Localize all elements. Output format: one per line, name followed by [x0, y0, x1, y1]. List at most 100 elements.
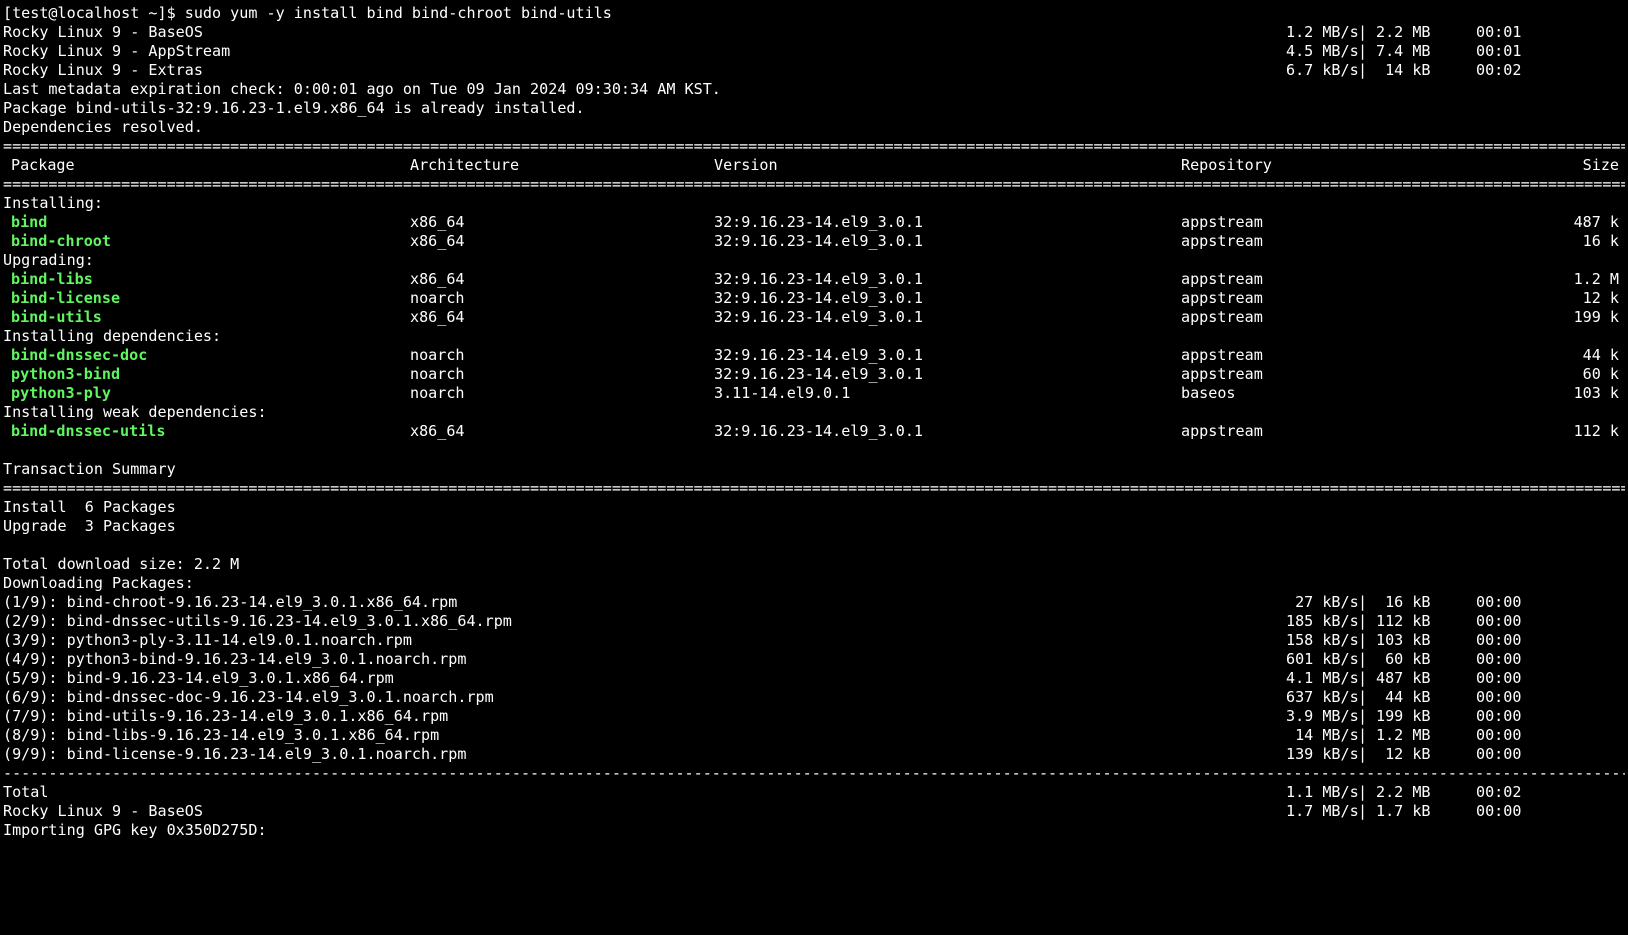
total-time: 00:02	[1476, 783, 1522, 801]
download-file: (9/9): bind-license-9.16.23-14.el9_3.0.1…	[3, 745, 467, 763]
package-name: bind	[11, 213, 48, 231]
total-size: 2.2 MB	[1376, 783, 1431, 801]
repo-name: Rocky Linux 9 - AppStream	[3, 42, 231, 60]
command-line: [test@localhost ~]$ sudo yum -y install …	[3, 4, 1625, 23]
package-repo: baseos	[1181, 384, 1236, 402]
download-size: 12 kB	[1376, 745, 1431, 763]
download-row: (2/9): bind-dnssec-utils-9.16.23-14.el9_…	[3, 612, 1625, 631]
download-file: (3/9): python3-ply-3.11-14.el9.0.1.noarc…	[3, 631, 412, 649]
repo-name: Rocky Linux 9 - BaseOS	[3, 802, 203, 820]
repo-rate: 4.5 MB/s	[1286, 42, 1359, 60]
separator: |	[1358, 726, 1368, 744]
section-title: Installing:	[3, 194, 103, 212]
download-time: 00:00	[1476, 650, 1522, 668]
package-arch: noarch	[410, 384, 465, 402]
separator: |	[1358, 745, 1368, 763]
repo-line: Rocky Linux 9 - AppStream 4.5 MB/s | 7.4…	[3, 42, 1625, 61]
download-file: (2/9): bind-dnssec-utils-9.16.23-14.el9_…	[3, 612, 512, 630]
package-version: 32:9.16.23-14.el9_3.0.1	[714, 365, 924, 383]
header-package: Package	[11, 156, 75, 174]
package-version: 3.11-14.el9.0.1	[714, 384, 851, 402]
header-repo: Repository	[1181, 156, 1272, 174]
download-time: 00:00	[1476, 593, 1522, 611]
separator: |	[1358, 23, 1368, 41]
package-name: bind-license	[11, 289, 121, 307]
download-row: (8/9): bind-libs-9.16.23-14.el9_3.0.1.x8…	[3, 726, 1625, 745]
separator: |	[1358, 631, 1368, 649]
package-repo: appstream	[1181, 232, 1263, 250]
download-rate: 27 kB/s	[1286, 593, 1359, 611]
download-rate: 637 kB/s	[1286, 688, 1359, 706]
rule-text: ========================================…	[3, 137, 1625, 155]
repo-line: Rocky Linux 9 - BaseOS 1.2 MB/s | 2.2 MB…	[3, 23, 1625, 42]
download-rate: 14 MB/s	[1286, 726, 1359, 744]
package-size: 16 k	[1582, 232, 1619, 250]
package-size: 44 k	[1582, 346, 1619, 364]
rule-text: ========================================…	[3, 479, 1625, 497]
download-file: (4/9): python3-bind-9.16.23-14.el9_3.0.1…	[3, 650, 467, 668]
package-size: 103 k	[1573, 384, 1619, 402]
separator: |	[1358, 688, 1368, 706]
download-size: 487 kB	[1376, 669, 1431, 687]
package-name: bind-libs	[11, 270, 93, 288]
repo-name: Rocky Linux 9 - BaseOS	[3, 23, 203, 41]
download-row: (1/9): bind-chroot-9.16.23-14.el9_3.0.1.…	[3, 593, 1625, 612]
double-rule: ========================================…	[3, 479, 1625, 498]
package-name: bind-chroot	[11, 232, 111, 250]
upgrade-summary: Upgrade 3 Packages	[3, 517, 176, 535]
separator: |	[1358, 783, 1368, 801]
package-size: 12 k	[1582, 289, 1619, 307]
download-time: 00:00	[1476, 669, 1522, 687]
separator: |	[1358, 612, 1368, 630]
download-row: (7/9): bind-utils-9.16.23-14.el9_3.0.1.x…	[3, 707, 1625, 726]
download-row: (4/9): python3-bind-9.16.23-14.el9_3.0.1…	[3, 650, 1625, 669]
deps-resolved-line: Dependencies resolved.	[3, 118, 203, 136]
section-title: Upgrading:	[3, 251, 94, 269]
table-row: python3-bind noarch 32:9.16.23-14.el9_3.…	[3, 365, 1625, 384]
package-arch: x86_64	[410, 308, 465, 326]
package-name: python3-ply	[11, 384, 111, 402]
package-version: 32:9.16.23-14.el9_3.0.1	[714, 289, 924, 307]
package-version: 32:9.16.23-14.el9_3.0.1	[714, 213, 924, 231]
download-time: 00:00	[1476, 745, 1522, 763]
package-version: 32:9.16.23-14.el9_3.0.1	[714, 308, 924, 326]
separator: |	[1358, 669, 1368, 687]
repo-time: 00:00	[1476, 802, 1522, 820]
rule-text: ----------------------------------------…	[3, 764, 1625, 782]
repo-size: 7.4 MB	[1376, 42, 1431, 60]
package-arch: x86_64	[410, 232, 465, 250]
repo-rate: 1.7 MB/s	[1286, 802, 1359, 820]
download-size: 112 kB	[1376, 612, 1431, 630]
download-size: 16 kB	[1376, 593, 1431, 611]
repo-time: 00:01	[1476, 23, 1522, 41]
download-size: 44 kB	[1376, 688, 1431, 706]
header-version: Version	[714, 156, 778, 174]
terminal-output[interactable]: [test@localhost ~]$ sudo yum -y install …	[0, 0, 1625, 840]
package-size: 1.2 M	[1573, 270, 1619, 288]
separator: |	[1358, 593, 1368, 611]
separator: |	[1358, 61, 1368, 79]
shell-prompt: [test@localhost ~]$ sudo yum -y install …	[3, 4, 612, 22]
download-file: (7/9): bind-utils-9.16.23-14.el9_3.0.1.x…	[3, 707, 449, 725]
separator: |	[1358, 707, 1368, 725]
table-row: python3-ply noarch 3.11-14.el9.0.1 baseo…	[3, 384, 1625, 403]
download-rate: 601 kB/s	[1286, 650, 1359, 668]
table-row: bind-libs x86_64 32:9.16.23-14.el9_3.0.1…	[3, 270, 1625, 289]
header-arch: Architecture	[410, 156, 520, 174]
package-name: bind-utils	[11, 308, 102, 326]
download-file: (8/9): bind-libs-9.16.23-14.el9_3.0.1.x8…	[3, 726, 440, 744]
download-size: 60 kB	[1376, 650, 1431, 668]
total-line: Total 1.1 MB/s | 2.2 MB 00:02	[3, 783, 1625, 802]
repo-size: 14 kB	[1376, 61, 1431, 79]
header-size: Size	[1582, 156, 1619, 174]
download-file: (6/9): bind-dnssec-doc-9.16.23-14.el9_3.…	[3, 688, 494, 706]
install-summary: Install 6 Packages	[3, 498, 176, 516]
download-time: 00:00	[1476, 688, 1522, 706]
table-row: bind-chroot x86_64 32:9.16.23-14.el9_3.0…	[3, 232, 1625, 251]
download-time: 00:00	[1476, 707, 1522, 725]
download-time: 00:00	[1476, 631, 1522, 649]
section-title: Installing weak dependencies:	[3, 403, 267, 421]
download-rate: 4.1 MB/s	[1286, 669, 1359, 687]
package-version: 32:9.16.23-14.el9_3.0.1	[714, 422, 924, 440]
table-row: bind-dnssec-doc noarch 32:9.16.23-14.el9…	[3, 346, 1625, 365]
